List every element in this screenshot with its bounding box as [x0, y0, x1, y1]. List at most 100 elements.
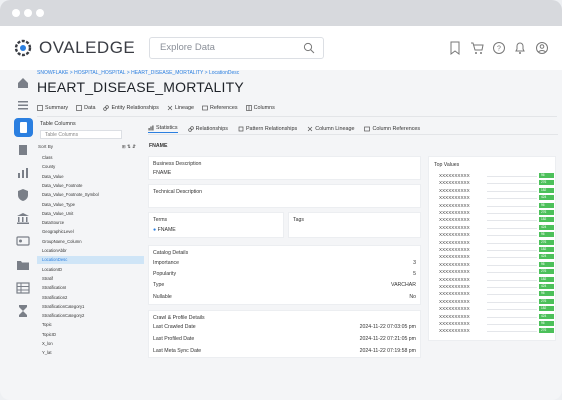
left-nav [12, 70, 36, 400]
top-value-rule [487, 176, 537, 177]
id-card-icon[interactable] [16, 234, 30, 248]
search-input[interactable]: Explore Data [149, 37, 324, 59]
top-value-count: 96 [541, 173, 545, 177]
column-list-item[interactable]: Topic [37, 321, 144, 329]
column-list-item[interactable]: Y_lat [37, 349, 144, 357]
term-name[interactable]: FNAME [158, 227, 176, 233]
top-value-name: XXXXXXXXXX [439, 239, 470, 245]
tab-column-references[interactable]: Column References [364, 126, 420, 132]
column-list-item[interactable]: StratificationCategory2 [37, 312, 144, 320]
shield-icon[interactable] [16, 188, 30, 202]
tab-lineage-label: Lineage [174, 105, 194, 111]
column-list-item[interactable]: County [37, 163, 144, 171]
column-list-item[interactable]: LocationDesc [37, 256, 144, 264]
top-value-row: XXXXXXXXXX 276 [439, 239, 554, 246]
tab-pattern-relationships[interactable]: Pattern Relationships [238, 126, 297, 132]
breadcrumb[interactable]: SNOWFLAKE > HOSPITAL_HOSPITAL > HEART_DI… [37, 70, 239, 76]
sub-tabs: Statistics Relationships Pattern Relatio… [148, 125, 420, 133]
top-value-count: 182 [541, 306, 547, 311]
window-dot-2[interactable] [24, 9, 32, 17]
top-value-bar: 182 [539, 306, 554, 312]
column-list-item[interactable]: Data_Value_Footnote [37, 182, 144, 190]
window-dot-3[interactable] [36, 9, 44, 17]
bell-icon[interactable] [514, 40, 526, 56]
sort-buttons[interactable]: ⊞ ⇅ ⇵ [122, 144, 136, 150]
data-icon [76, 105, 82, 111]
last-crawled-value: 2024-11-22 07:03:05 pm [359, 324, 416, 330]
top-value-name: XXXXXXXXXX [439, 187, 470, 193]
top-value-name: XXXXXXXXXX [439, 276, 470, 282]
window-dot-1[interactable] [12, 9, 20, 17]
search-icon[interactable] [303, 42, 315, 54]
bank-icon[interactable] [16, 211, 30, 225]
column-list-item[interactable]: StratificationCategory1 [37, 303, 144, 311]
top-value-count: 276 [541, 298, 547, 303]
top-value-rule [487, 309, 537, 311]
tab-column-lineage[interactable]: Column Lineage [307, 126, 354, 132]
title-bar [0, 0, 562, 26]
top-value-bar: 276 [539, 298, 554, 304]
user-icon[interactable] [535, 40, 549, 56]
hourglass-icon[interactable] [16, 304, 30, 318]
technical-description-card[interactable]: Technical Description [148, 184, 421, 208]
column-list-item[interactable]: Data_Value_Unit [37, 210, 144, 218]
tab-entity-relationships[interactable]: Entity Relationships [103, 105, 159, 111]
catalog-details-title: Catalog Details [153, 250, 189, 256]
tab-entity-relationships-label: Entity Relationships [111, 105, 159, 111]
top-value-row: XXXXXXXXXX 96 [439, 291, 554, 297]
folder-icon[interactable] [16, 258, 30, 272]
column-list-item[interactable]: StratificationI [37, 284, 144, 292]
column-list-item[interactable]: GroupName_Column [37, 238, 144, 246]
column-list-item[interactable]: Stratification2 [37, 294, 144, 302]
business-description-card[interactable]: Business Description FNAME [148, 156, 421, 180]
cart-icon[interactable] [470, 40, 484, 56]
column-list-item[interactable]: Data_Value [37, 173, 144, 181]
column-list-item[interactable]: DataSource [37, 219, 144, 227]
tab-lineage[interactable]: Lineage [167, 105, 194, 111]
top-value-name: XXXXXXXXXX [439, 173, 470, 178]
grid-icon[interactable] [16, 281, 30, 295]
column-list-item[interactable]: TopicID [37, 331, 144, 339]
bookmark-icon[interactable] [449, 40, 461, 56]
top-value-count: 424 [541, 254, 547, 259]
tab-statistics[interactable]: Statistics [148, 125, 178, 133]
top-value-name: XXXXXXXXXX [439, 284, 470, 289]
tab-columns[interactable]: Columns [245, 105, 275, 111]
chart-icon[interactable] [16, 166, 30, 180]
column-list-item[interactable]: LocationID [37, 266, 144, 274]
tags-card[interactable]: Tags [288, 212, 421, 238]
tab-relationships[interactable]: Relationships [187, 126, 228, 132]
top-value-bar: 182 [539, 217, 554, 223]
top-value-rule [487, 235, 537, 237]
tab-data[interactable]: Data [76, 105, 95, 111]
column-panel: Table Columns Table Columns Sort By ⊞ ⇅ … [37, 120, 145, 355]
column-list-item[interactable]: Data_Value_Type [37, 201, 144, 209]
top-value-count: 424 [541, 195, 547, 200]
top-value-bar: 182 [539, 276, 554, 282]
tab-summary[interactable]: Summary [37, 105, 68, 111]
column-list-item[interactable]: Stratif [37, 275, 144, 283]
sort-label[interactable]: Sort By [38, 144, 53, 149]
last-crawled-label: Last Crawled Date [153, 324, 196, 330]
column-list-item[interactable]: GeographicLevel [37, 228, 144, 236]
help-icon[interactable]: ? [492, 40, 506, 56]
column-list-item[interactable]: X_lon [37, 340, 144, 348]
logo[interactable]: OVALEDGE [12, 36, 135, 60]
top-values-title: Top Values [434, 162, 460, 168]
logo-text: OVALEDGE [39, 38, 136, 57]
list-icon[interactable] [16, 98, 30, 112]
column-list-item[interactable]: Class [37, 154, 144, 162]
top-value-bar: 276 [539, 210, 554, 215]
tab-references[interactable]: References [202, 105, 238, 111]
column-list-item[interactable]: LocationAbbr [37, 247, 144, 255]
column-search-input[interactable]: Table Columns [40, 130, 122, 139]
home-icon[interactable] [16, 76, 30, 90]
top-value-name: XXXXXXXXXX [439, 217, 470, 223]
book-icon[interactable] [16, 143, 30, 157]
crawl-details-card: Crawl & Profile Details Last Crawled Dat… [148, 310, 421, 358]
catalog-nav-active[interactable] [14, 118, 33, 137]
top-value-row: XXXXXXXXXX 276 [439, 328, 554, 334]
column-list-item[interactable]: Data_Value_Footnote_Symbol [37, 191, 144, 199]
top-value-count: 182 [541, 217, 547, 222]
terms-card[interactable]: Terms ● FNAME [148, 212, 284, 238]
